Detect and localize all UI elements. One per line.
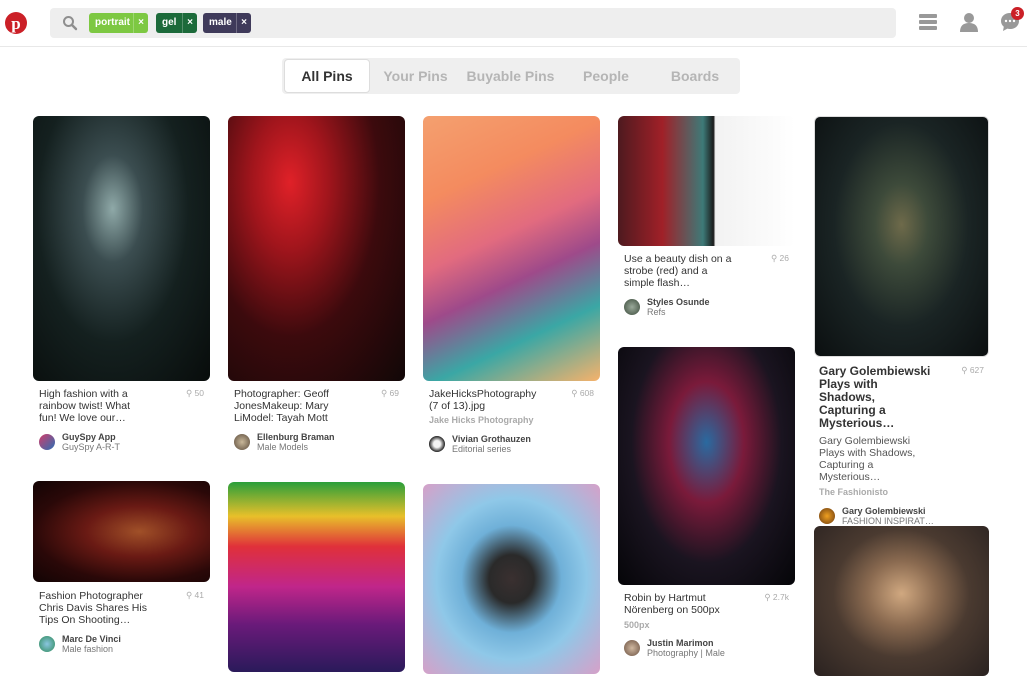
tab-your-pins[interactable]: Your Pins: [372, 58, 459, 94]
tab-all-pins[interactable]: All Pins: [284, 59, 370, 93]
avatar[interactable]: [39, 636, 55, 652]
pinner-board[interactable]: Male Models: [257, 442, 308, 452]
avatar[interactable]: [819, 508, 835, 524]
pin-source[interactable]: Jake Hicks Photography: [429, 415, 534, 425]
pin-image[interactable]: [228, 482, 405, 672]
svg-text:p: p: [11, 14, 20, 33]
search-chip-portrait[interactable]: portrait ×: [89, 13, 148, 33]
pinner-name[interactable]: GuySpy App: [62, 432, 116, 442]
pin-count-value: 26: [779, 253, 789, 263]
pinner-board[interactable]: GuySpy A-R-T: [62, 442, 120, 452]
tab-boards[interactable]: Boards: [652, 58, 738, 94]
pin-icon: ⚲: [961, 365, 970, 375]
profile-icon[interactable]: [960, 12, 978, 37]
pin-count-value: 69: [389, 388, 399, 398]
avatar[interactable]: [624, 640, 640, 656]
pin-image[interactable]: [814, 116, 989, 357]
pinner-name[interactable]: Styles Osunde: [647, 297, 710, 307]
pinner-name[interactable]: Justin Marimon: [647, 638, 714, 648]
pinner-board[interactable]: Male fashion: [62, 644, 113, 654]
chip-remove-button[interactable]: ×: [182, 13, 197, 33]
chip-remove-button[interactable]: ×: [133, 13, 148, 33]
pin-count-value: 41: [194, 590, 204, 600]
pin-count-value: 608: [579, 388, 594, 398]
pin-repin-count: ⚲ 2.7k: [745, 592, 789, 603]
pin-count-value: 50: [194, 388, 204, 398]
pin-icon: ⚲: [770, 253, 780, 263]
top-header: p portrait × gel × male × 3: [0, 0, 1027, 47]
pin-repin-count: ⚲ 26: [745, 253, 789, 264]
pin-image[interactable]: [618, 116, 795, 246]
pin-description: JakeHicksPhotography (7 of 13).jpg: [429, 388, 537, 412]
pin-repin-count: ⚲ 608: [550, 388, 594, 399]
tab-people[interactable]: People: [562, 58, 650, 94]
pinner-board[interactable]: Refs: [647, 307, 666, 317]
pinner-name[interactable]: Gary Golembiewski: [842, 506, 926, 516]
pin-image[interactable]: [33, 116, 210, 381]
pin-description: High fashion with a rainbow twist! What …: [39, 388, 131, 424]
pin-image[interactable]: [33, 481, 210, 582]
pin-repin-count: ⚲ 50: [160, 388, 204, 399]
chip-remove-button[interactable]: ×: [236, 13, 251, 33]
pin-image[interactable]: [228, 116, 405, 381]
search-scope-tabs: All Pins Your Pins Buyable Pins People B…: [282, 58, 740, 94]
pin-source[interactable]: 500px: [624, 620, 650, 630]
pin-repin-count: ⚲ 41: [160, 590, 204, 601]
pin-image[interactable]: [423, 116, 600, 381]
pinner-board[interactable]: Editorial series: [452, 444, 511, 454]
avatar[interactable]: [234, 434, 250, 450]
pinner-name[interactable]: Ellenburg Braman: [257, 432, 335, 442]
pin-icon: ⚲: [185, 590, 195, 600]
pin-description: Photographer: Geoff JonesMakeup: Mary Li…: [234, 388, 329, 424]
chip-label: gel: [162, 17, 177, 28]
pinner-board[interactable]: Photography | Male: [647, 648, 725, 658]
pin-image[interactable]: [423, 484, 600, 674]
search-chip-gel[interactable]: gel ×: [156, 13, 197, 33]
pin-description: Fashion Photographer Chris Davis Shares …: [39, 590, 147, 626]
pin-description: Gary Golembiewski Plays with Shadows, Ca…: [819, 435, 916, 483]
pin-image[interactable]: [814, 526, 989, 676]
pin-icon: ⚲: [571, 388, 580, 398]
avatar[interactable]: [39, 434, 55, 450]
pinterest-logo-icon[interactable]: p: [5, 12, 27, 34]
pin-icon: ⚲: [764, 592, 773, 602]
avatar[interactable]: [429, 436, 445, 452]
pin-description: Robin by Hartmut Nörenberg on 500px: [624, 592, 720, 616]
pin-description: Use a beauty dish on a strobe (red) and …: [624, 253, 732, 289]
pin-repin-count: ⚲ 69: [355, 388, 399, 399]
pin-count-value: 2.7k: [772, 592, 789, 602]
chip-label: male: [209, 17, 232, 28]
pinner-name[interactable]: Vivian Grothauzen: [452, 434, 531, 444]
notification-badge: 3: [1011, 7, 1024, 20]
chip-label: portrait: [95, 17, 130, 28]
pin-icon: ⚲: [185, 388, 195, 398]
tab-buyable-pins[interactable]: Buyable Pins: [462, 58, 559, 94]
pin-icon: ⚲: [380, 388, 390, 398]
pin-count-value: 627: [969, 365, 984, 375]
pinner-name[interactable]: Marc De Vinci: [62, 634, 121, 644]
avatar[interactable]: [624, 299, 640, 315]
search-chip-male[interactable]: male ×: [203, 13, 251, 33]
pin-source[interactable]: The Fashionisto: [819, 487, 888, 497]
pin-repin-count: ⚲ 627: [940, 365, 984, 376]
pin-title: Gary Golembiewski Plays with Shadows, Ca…: [819, 364, 931, 430]
menu-icon[interactable]: [919, 12, 937, 37]
search-bar[interactable]: portrait × gel × male ×: [50, 8, 896, 38]
pinner-board[interactable]: FASHION INSPIRAT…: [842, 516, 934, 526]
pin-image[interactable]: [618, 347, 795, 585]
search-icon: [62, 15, 78, 36]
